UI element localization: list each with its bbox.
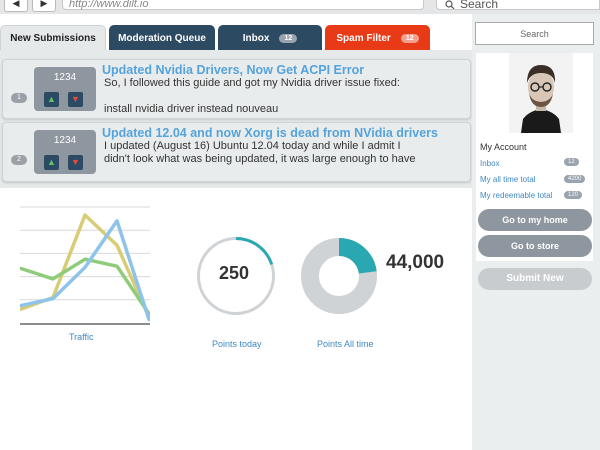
rank-badge: 2 (11, 155, 27, 165)
browser-search[interactable]: Search (436, 0, 600, 11)
score: 1234 (53, 72, 77, 83)
points-all-ring (301, 238, 377, 314)
sidebar-link-inbox[interactable]: Inbox (480, 159, 500, 168)
submission-title[interactable]: Updated 12.04 and now Xorg is dead from … (102, 126, 438, 140)
redeemable-total-badge: 120 (564, 191, 583, 199)
inbox-count-badge: 12 (279, 33, 298, 43)
submission-item[interactable]: 1 1234 ▲ ▼ Updated Nvidia Drivers, Now G… (2, 59, 471, 119)
tab-label: Inbox (242, 32, 270, 44)
browser-chrome: ◀ ▶ http://www.dilt.io Search (0, 0, 600, 14)
vote-box: 1234 ▲ ▼ (34, 67, 96, 111)
downvote-button[interactable]: ▼ (68, 155, 83, 170)
tab-spam-filter[interactable]: Spam Filter 12 (325, 25, 430, 51)
forward-icon: ▶ (40, 0, 48, 8)
submit-new-button[interactable]: Submit New (478, 268, 592, 290)
tab-label: New Submissions (10, 33, 96, 44)
sidebar-link-redeemable-total[interactable]: My redeemable total (480, 191, 552, 200)
upvote-button[interactable]: ▲ (44, 92, 59, 107)
back-icon: ◀ (12, 0, 20, 8)
forward-button[interactable]: ▶ (32, 0, 56, 12)
downvote-button[interactable]: ▼ (68, 92, 83, 107)
points-today-label: Points today (212, 339, 262, 349)
address-bar[interactable]: http://www.dilt.io (62, 0, 424, 10)
submission-body: So, I followed this guide and got my Nvi… (104, 77, 464, 116)
submission-body: I updated (August 16) Ubuntu 12.04 today… (104, 140, 464, 166)
score: 1234 (53, 135, 77, 146)
thumbs-down-icon: ▼ (71, 94, 80, 104)
points-all-value: 44,000 (386, 252, 445, 273)
spam-count-badge: 12 (400, 33, 419, 43)
traffic-label: Traffic (69, 332, 94, 342)
body-line: install nvidia driver instead nouveau (104, 103, 279, 115)
inbox-badge: 12 (564, 158, 579, 166)
tab-new-submissions[interactable]: New Submissions (0, 25, 106, 51)
browser-search-text: Search (460, 0, 499, 11)
back-button[interactable]: ◀ (4, 0, 28, 12)
sidebar-link-all-time-total[interactable]: My all time total (480, 175, 536, 184)
go-home-button[interactable]: Go to my home (478, 209, 592, 231)
body-line: So, I followed this guide and got my Nvi… (104, 77, 400, 89)
all-time-total-badge: 4200 (564, 175, 586, 183)
submissions-panel: 1 1234 ▲ ▼ Updated Nvidia Drivers, Now G… (0, 55, 472, 188)
vote-box: 1234 ▲ ▼ (34, 130, 96, 174)
body-line: didn't look what was being updated, it w… (104, 153, 416, 165)
thumbs-up-icon: ▲ (47, 157, 56, 167)
account-title: My Account (480, 142, 527, 152)
rank-badge: 1 (11, 93, 27, 103)
go-store-button[interactable]: Go to store (478, 235, 592, 257)
tab-moderation-queue[interactable]: Moderation Queue (109, 25, 215, 51)
thumbs-up-icon: ▲ (47, 94, 56, 104)
search-icon (445, 0, 455, 10)
sidebar-search-input[interactable]: Search (475, 22, 594, 45)
submission-title[interactable]: Updated Nvidia Drivers, Now Get ACPI Err… (102, 63, 364, 77)
upvote-button[interactable]: ▲ (44, 155, 59, 170)
tab-label: Spam Filter (336, 32, 391, 44)
avatar-photo (509, 53, 573, 133)
tab-inbox[interactable]: Inbox 12 (218, 25, 322, 51)
submission-item[interactable]: 2 1234 ▲ ▼ Updated 12.04 and now Xorg is… (2, 122, 471, 182)
body-line: I updated (August 16) Ubuntu 12.04 today… (104, 140, 401, 152)
avatar (509, 53, 573, 133)
thumbs-down-icon: ▼ (71, 157, 80, 167)
traffic-chart (20, 206, 150, 325)
points-today-value: 250 (219, 263, 250, 283)
points-all-label: Points All time (317, 339, 374, 349)
tab-label: Moderation Queue (118, 32, 206, 44)
